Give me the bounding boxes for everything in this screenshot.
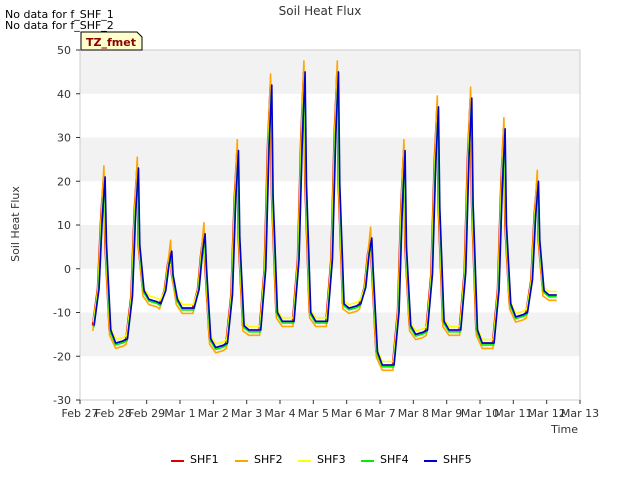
grid-band	[80, 50, 580, 94]
x-tick-label: Mar 6	[331, 407, 362, 420]
x-tick-label: Mar 1	[164, 407, 195, 420]
y-axis: -30 -20 -10 0 10 20 30 40 50	[53, 44, 80, 407]
legend-swatch-shf3	[298, 460, 311, 462]
no-data-note-2: No data for f_SHF_2	[5, 19, 114, 32]
legend-label-shf4: SHF4	[380, 453, 409, 466]
legend-label-shf3: SHF3	[317, 453, 346, 466]
x-tick-label: Mar 5	[298, 407, 329, 420]
y-tick-label: 20	[57, 175, 71, 188]
x-tick-label: Feb 29	[128, 407, 165, 420]
x-tick-label: Mar 9	[431, 407, 462, 420]
legend-swatch-shf5	[424, 460, 437, 462]
legend: SHF1 SHF2 SHF3 SHF4 SHF5	[0, 453, 640, 469]
x-tick-label: Mar 2	[198, 407, 229, 420]
y-tick-label: -30	[53, 394, 71, 407]
chart-title: Soil Heat Flux	[279, 4, 362, 18]
x-axis-label: Time	[550, 423, 578, 436]
legend-swatch-shf2	[235, 460, 248, 462]
x-tick-label: Mar 13	[561, 407, 599, 420]
legend-swatch-shf4	[361, 460, 374, 462]
y-tick-label: 50	[57, 44, 71, 57]
x-tick-label: Mar 8	[398, 407, 429, 420]
legend-label-shf5: SHF5	[443, 453, 472, 466]
x-tick-label: Mar 7	[364, 407, 395, 420]
y-tick-label: 30	[57, 132, 71, 145]
legend-label-shf2: SHF2	[254, 453, 283, 466]
y-tick-label: -20	[53, 350, 71, 363]
grid-band	[80, 312, 580, 357]
y-axis-label: Soil Heat Flux	[9, 186, 22, 262]
x-tick-label: Mar 4	[264, 407, 295, 420]
grid-band	[80, 356, 580, 400]
y-tick-label: 40	[57, 88, 71, 101]
legend-swatch-shf1	[171, 460, 184, 462]
x-tick-label: Feb 27	[62, 407, 99, 420]
annotation-text: TZ_fmet	[86, 36, 136, 49]
legend-label-shf1: SHF1	[190, 453, 219, 466]
x-tick-label: Mar 3	[231, 407, 262, 420]
tz-fmet-annotation: TZ_fmet	[80, 31, 143, 51]
y-tick-label: -10	[53, 307, 71, 320]
y-tick-label: 10	[57, 219, 71, 232]
soil-heat-flux-chart: -30-20-1001020304050 Feb 27Feb 28Feb 29 M…	[9, 4, 599, 436]
x-tick-label: Feb 28	[95, 407, 132, 420]
y-tick-label: 0	[64, 263, 71, 276]
x-axis: Feb 27Feb 28Feb 29 Mar 1 Mar 2 Mar 3 Mar 4 Ma…	[62, 400, 599, 420]
